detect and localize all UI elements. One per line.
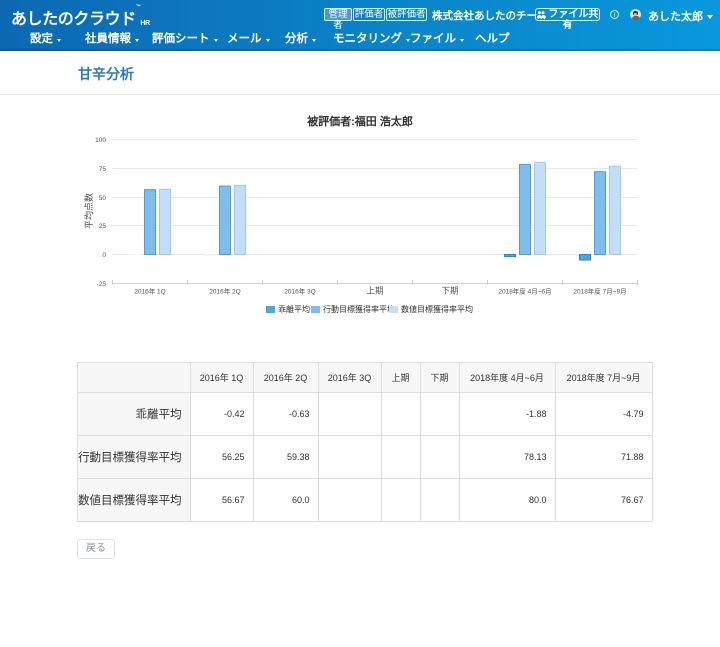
svg-text:行動目標獲得率平均: 行動目標獲得率平均: [323, 304, 395, 314]
svg-text:被評価者:福田 浩太郎: 被評価者:福田 浩太郎: [306, 114, 413, 128]
svg-text:2018年度 7月~9月: 2018年度 7月~9月: [573, 287, 626, 296]
svg-text:-25: -25: [97, 281, 107, 288]
svg-text:50: 50: [99, 195, 107, 202]
svg-text:平均点数: 平均点数: [83, 193, 94, 229]
svg-text:上期: 上期: [366, 286, 383, 296]
svg-text:75: 75: [99, 166, 107, 173]
svg-text:2016年 2Q: 2016年 2Q: [209, 287, 240, 296]
svg-text:下期: 下期: [441, 286, 458, 296]
svg-text:2016年 1Q: 2016年 1Q: [134, 287, 165, 296]
svg-text:2016年 3Q: 2016年 3Q: [284, 287, 315, 296]
svg-text:数値目標獲得率平均: 数値目標獲得率平均: [401, 304, 473, 314]
svg-text:乖離平均: 乖離平均: [278, 304, 310, 314]
svg-text:100: 100: [95, 137, 106, 144]
svg-text:25: 25: [99, 223, 107, 230]
svg-text:2018年度 4月~6月: 2018年度 4月~6月: [498, 287, 551, 296]
svg-text:0: 0: [102, 252, 106, 259]
